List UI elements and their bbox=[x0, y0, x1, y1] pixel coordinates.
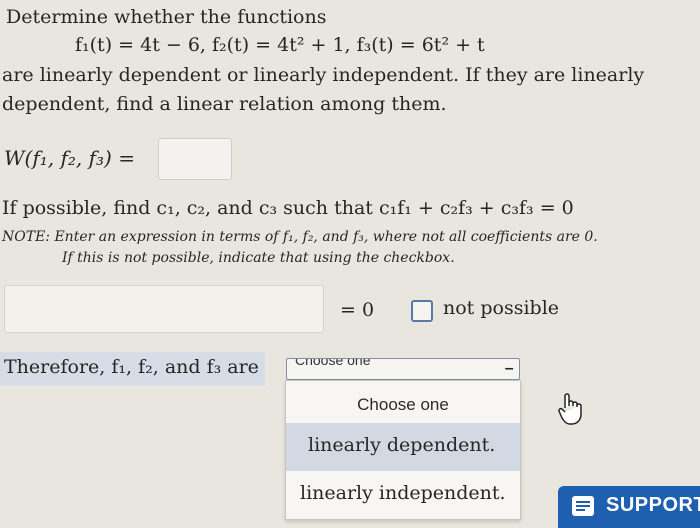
wronskian-label: W(f₁, f₂, f₃) = bbox=[4, 146, 135, 170]
option-linearly-dependent[interactable]: linearly dependent. bbox=[286, 423, 520, 471]
problem-intro: Determine whether the functions bbox=[6, 6, 327, 28]
problem-text-line: are linearly dependent or linearly indep… bbox=[2, 64, 645, 86]
equals-zero-label: = 0 bbox=[340, 299, 375, 321]
note-text: NOTE: Enter an expression in terms of f₁… bbox=[2, 229, 598, 245]
not-possible-label[interactable]: not possible bbox=[443, 297, 559, 319]
hand-pointer-icon bbox=[558, 393, 582, 425]
support-label: SUPPORT bbox=[606, 494, 700, 516]
not-possible-checkbox[interactable] bbox=[411, 300, 433, 322]
dependence-dropdown-menu: Choose one linearly dependent. linearly … bbox=[285, 380, 521, 520]
option-label: linearly dependent. bbox=[308, 434, 496, 456]
linear-relation-input[interactable] bbox=[4, 285, 324, 333]
problem-text-line: dependent, find a linear relation among … bbox=[2, 93, 447, 115]
conclusion-label: Therefore, f₁, f₂, and f₃ are bbox=[0, 352, 265, 386]
chat-icon bbox=[572, 496, 594, 516]
note-text: If this is not possible, indicate that u… bbox=[62, 250, 455, 266]
support-button[interactable]: SUPPORT bbox=[558, 486, 700, 528]
dependence-select[interactable]: Choose one ▁ bbox=[286, 358, 520, 380]
chevron-down-icon: ▁ bbox=[505, 359, 513, 370]
functions-definition: f₁(t) = 4t − 6, f₂(t) = 4t² + 1, f₃(t) =… bbox=[75, 34, 485, 56]
wronskian-input[interactable] bbox=[158, 138, 232, 180]
select-current-value: Choose one bbox=[295, 358, 371, 368]
dropdown-header: Choose one bbox=[357, 395, 449, 414]
option-linearly-independent[interactable]: linearly independent. bbox=[300, 482, 506, 504]
coefficients-prompt: If possible, find c₁, c₂, and c₃ such th… bbox=[2, 197, 574, 219]
